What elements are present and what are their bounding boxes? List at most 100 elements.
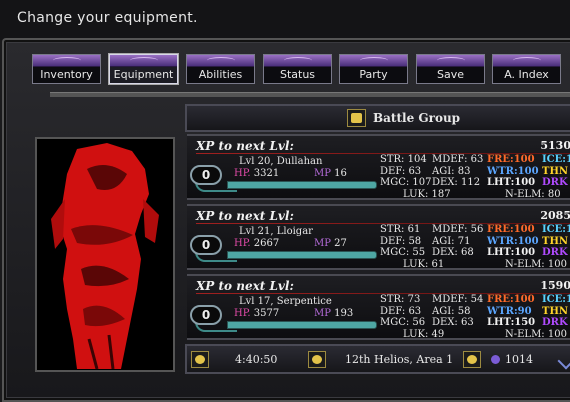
hp-bar: [227, 181, 377, 189]
tab-inventory[interactable]: Inventory: [32, 54, 101, 84]
xp-value: 2085: [540, 209, 570, 222]
stat-dex: DEX: 68: [432, 247, 474, 258]
help-bar: Change your equipment.: [0, 0, 570, 40]
party-member-card[interactable]: XP to next Lvl: 5130 0 Lvl 20, Dullahan …: [187, 134, 570, 200]
helmet-icon: [347, 109, 366, 127]
stat-dex: DEX: 63: [432, 317, 474, 328]
element-dark: DRK: [542, 177, 568, 188]
elements-column-1: FRE:100 WTR:100 LHT:100: [487, 224, 539, 259]
element-fire: FRE:100: [487, 224, 535, 235]
tab-ornament-icon: [417, 55, 484, 67]
hp-label: HP.: [234, 238, 251, 249]
tab-label: Abilities: [198, 68, 243, 81]
clock-icon: [191, 351, 209, 368]
element-thunder: THN: [542, 235, 569, 247]
hp-label: HP.: [234, 308, 251, 319]
stat-mdef: MDEF: 56: [432, 224, 484, 235]
tab-party[interactable]: Party: [339, 54, 408, 84]
tab-label: Party: [359, 68, 388, 81]
stats-column-2: MDEF: 63 AGI: 83 DEX: 112: [432, 154, 483, 189]
tab-equipment[interactable]: Equipment: [109, 54, 178, 84]
element-thunder: THN: [542, 165, 569, 177]
member-name: Lvl 21, Lloigar: [239, 226, 313, 237]
xp-value: 1590: [540, 279, 570, 292]
stat-str: STR: 104: [380, 154, 427, 165]
slot-badge: 0: [190, 235, 222, 255]
slot-number: 0: [201, 168, 211, 182]
element-ice: ICE:1: [542, 154, 570, 165]
mp-label: MP: [314, 308, 331, 319]
xp-label: XP to next Lvl:: [196, 139, 294, 153]
stats-column-2: MDEF: 56 AGI: 71 DEX: 68: [432, 224, 483, 259]
element-ice: ICE:1: [542, 294, 570, 305]
battle-group-title: Battle Group: [373, 111, 461, 125]
status-bar: 4:40:50 12th Helios, Area 1 1014: [185, 344, 570, 374]
character-portrait[interactable]: [35, 137, 175, 372]
party-member-card[interactable]: XP to next Lvl: 1590 0 Lvl 17, Serpentic…: [187, 274, 570, 340]
stats-column-2: MDEF: 54 AGI: 58 DEX: 63: [432, 294, 483, 329]
tab-save[interactable]: Save: [416, 54, 485, 84]
tab-divider: [50, 92, 570, 97]
xp-value: 5130: [540, 139, 570, 152]
stats-column-1: STR: 61 DEF: 58 MGC: 55: [380, 224, 425, 259]
slot-badge: 0: [190, 305, 222, 325]
element-fire: FRE:100: [487, 294, 535, 305]
mp-label: MP: [314, 168, 331, 179]
tab-ornament-icon: [33, 55, 100, 67]
stat-dex: DEX: 112: [432, 177, 481, 188]
element-light: LHT:150: [487, 317, 536, 328]
arrow-icon[interactable]: [557, 352, 570, 370]
stat-agi: AGI: 58: [432, 305, 471, 317]
element-fire: FRE:100: [487, 154, 535, 165]
element-dark: DRK: [542, 247, 568, 258]
element-light: LHT:100: [487, 247, 536, 258]
slot-badge: 0: [190, 165, 222, 185]
element-thunder: THN: [542, 305, 569, 317]
tab-a-index[interactable]: A. Index: [492, 54, 561, 84]
element-neutral: N-ELM: 100: [505, 259, 567, 270]
hp-readout: HP. 3321: [234, 168, 279, 179]
gem-icon: [491, 355, 500, 364]
stat-luk: LUK: 187: [403, 189, 451, 200]
stat-mgc: MGC: 55: [380, 247, 426, 258]
location-text: 12th Helios, Area 1: [345, 353, 454, 366]
stat-mgc: MGC: 107: [380, 177, 432, 188]
mp-value: 193: [334, 308, 354, 319]
coin-icon: [463, 351, 481, 368]
mp-label: MP: [314, 238, 331, 249]
hp-value: 3321: [253, 168, 280, 179]
member-name: Lvl 20, Dullahan: [239, 156, 323, 167]
stat-agi: AGI: 71: [432, 235, 471, 247]
element-neutral: N-ELM: 80: [505, 189, 561, 200]
slot-number: 0: [201, 308, 211, 322]
stat-mgc: MGC: 56: [380, 317, 426, 328]
tab-ornament-icon: [340, 55, 407, 67]
stat-luk: LUK: 49: [403, 329, 445, 340]
stat-str: STR: 73: [380, 294, 421, 305]
tab-ornament-icon: [110, 55, 177, 67]
elements-column-2: ICE:1 THN DRK: [542, 154, 570, 189]
tab-ornament-icon: [264, 55, 331, 67]
tab-abilities[interactable]: Abilities: [186, 54, 255, 84]
element-water: WTR:100: [487, 165, 539, 177]
tab-label: Equipment: [113, 68, 174, 81]
hp-readout: HP. 2667: [234, 238, 279, 249]
elements-column-2: ICE:1 THN DRK: [542, 224, 570, 259]
element-water: WTR:90: [487, 305, 532, 317]
hp-bar: [227, 251, 377, 259]
gold-amount: 1014: [505, 353, 533, 366]
tab-label: Inventory: [40, 68, 93, 81]
hp-readout: HP. 3577: [234, 308, 279, 319]
tab-ornament-icon: [493, 55, 560, 67]
stat-luk: LUK: 61: [403, 259, 445, 270]
tab-status[interactable]: Status: [263, 54, 332, 84]
compass-icon: [308, 351, 326, 368]
elements-column-2: ICE:1 THN DRK: [542, 294, 570, 329]
party-member-card[interactable]: XP to next Lvl: 2085 0 Lvl 21, Lloigar H…: [187, 204, 570, 270]
tab-label: Status: [279, 68, 316, 81]
stats-column-1: STR: 73 DEF: 63 MGC: 56: [380, 294, 425, 329]
stats-column-1: STR: 104 DEF: 63 MGC: 107: [380, 154, 432, 189]
member-name: Lvl 17, Serpentice: [239, 296, 332, 307]
hp-value: 2667: [253, 238, 280, 249]
mp-readout: MP 193: [314, 308, 353, 319]
